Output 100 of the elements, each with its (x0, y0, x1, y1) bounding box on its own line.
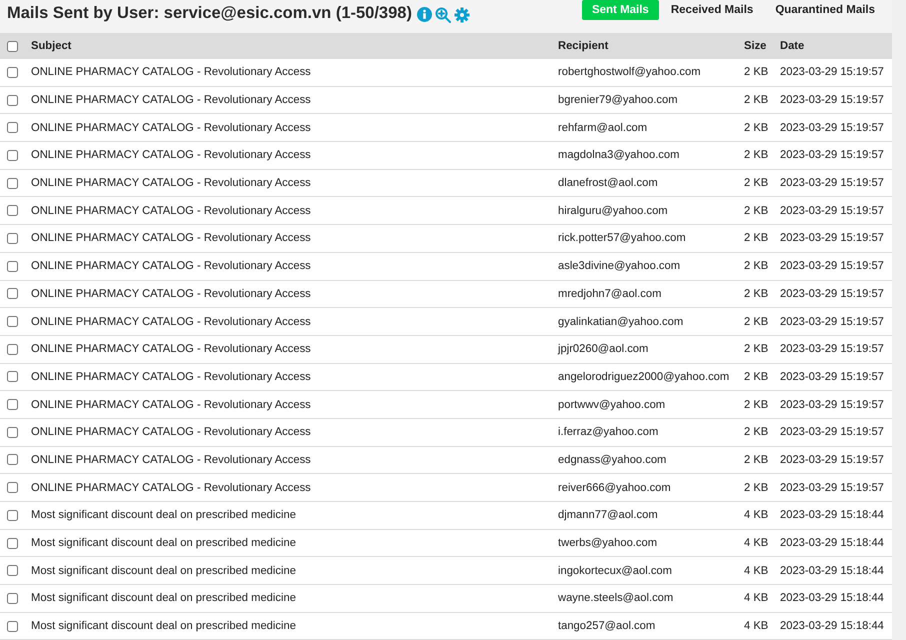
table-cell-text: 2023-03-29 15:19:57 (780, 482, 885, 494)
table-cell-text: 2023-03-29 15:19:57 (780, 66, 885, 78)
table-cell-text: ONLINE PHARMACY CATALOG - Revolutionary Access (31, 204, 312, 217)
row-checkbox[interactable] (7, 454, 18, 466)
table-cell-text: mredjohn7@aol.com (558, 288, 662, 300)
row-checkbox[interactable] (7, 538, 18, 549)
row-checkbox[interactable] (7, 232, 18, 244)
table-cell-text: 2 KB (744, 177, 770, 190)
table-cell-text: Most significant discount deal on prescribed medicine (31, 620, 297, 632)
table-cell-text: Most significant discount deal on prescribed medicine (31, 592, 297, 604)
table-cell-text: 2023-03-29 15:19:57 (780, 426, 885, 438)
table-cell-text: 4 KB (744, 564, 770, 577)
table-cell-text: bgrenier79@yahoo.com (558, 94, 679, 106)
table-cell-text: 4 KB (744, 592, 770, 604)
table-cell-text: 2 KB (744, 122, 770, 134)
table-cell-text: robertghostwolf@yahoo.com (558, 66, 702, 78)
table-cell-text: ONLINE PHARMACY CATALOG - Revolutionary Access (31, 260, 312, 272)
table-cell-text: 2023-03-29 15:19:57 (780, 454, 885, 466)
table-cell-text: jpjr0260@aol.com (558, 343, 650, 356)
table-cell-text: ONLINE PHARMACY CATALOG - Revolutionary Access (31, 94, 312, 106)
table-cell-text: 2 KB (744, 370, 770, 383)
row-checkbox[interactable] (7, 316, 18, 328)
table-cell-text: 2023-03-29 15:18:44 (780, 509, 885, 522)
row-checkbox[interactable] (7, 178, 18, 189)
row-checkbox[interactable] (7, 565, 18, 576)
row-checkbox[interactable] (7, 482, 18, 494)
table-cell-text: magdolna3@yahoo.com (558, 149, 680, 162)
table-cell-text: asle3divine@yahoo.com (558, 260, 682, 272)
table-cell-text: ingokortecux@aol.com (558, 564, 673, 577)
table-cell-text: wayne.steels@aol.com (558, 592, 674, 604)
table-cell-text: 2023-03-29 15:18:44 (780, 620, 885, 632)
table-cell-text: 2023-03-29 15:19:57 (780, 94, 885, 106)
table-cell-text: ONLINE PHARMACY CATALOG - Revolutionary Access (31, 482, 312, 494)
table-cell-text: 2 KB (744, 343, 770, 356)
table-cell-text: 2023-03-29 15:19:57 (780, 232, 885, 244)
table-cell-text: 4 KB (744, 509, 770, 522)
row-checkbox[interactable] (7, 94, 18, 106)
table-cell-text: dlanefrost@aol.com (558, 177, 659, 190)
row-checkbox[interactable] (7, 344, 18, 355)
row-checkbox[interactable] (7, 66, 18, 78)
row-checkbox[interactable] (7, 260, 18, 272)
table-cell-text: ONLINE PHARMACY CATALOG - Revolutionary Access (31, 343, 312, 356)
table-cell-text: 2 KB (744, 149, 770, 162)
table-cell-text: 2023-03-29 15:18:44 (780, 564, 885, 577)
tab[interactable]: Quarantined Mails (765, 0, 885, 20)
table-cell-text: djmann77@aol.com (558, 509, 659, 522)
select-all-checkbox[interactable] (7, 40, 18, 52)
column-header[interactable]: Date (780, 40, 892, 52)
settings-icon[interactable] (454, 6, 470, 22)
table-cell-text: 2023-03-29 15:19:57 (780, 288, 885, 300)
table-cell-text: 2023-03-29 15:19:57 (780, 370, 885, 383)
row-checkbox[interactable] (7, 426, 18, 438)
row-checkbox[interactable] (7, 510, 18, 521)
table-cell-text: ONLINE PHARMACY CATALOG - Revolutionary Access (31, 398, 312, 411)
column-header[interactable]: Recipient (558, 40, 744, 52)
table-cell-text: i.ferraz@yahoo.com (558, 426, 660, 438)
row-checkbox[interactable] (7, 399, 18, 410)
table-cell-text: 2023-03-29 15:18:44 (780, 592, 885, 604)
tab[interactable]: Received Mails (660, 0, 764, 20)
zoom-in-icon[interactable] (434, 6, 451, 22)
row-checkbox[interactable] (7, 205, 18, 216)
table-cell-text: 2 KB (744, 232, 770, 244)
table-cell-text: 2023-03-29 15:18:44 (780, 537, 885, 550)
row-checkbox[interactable] (7, 122, 18, 134)
table-cell-text: 2023-03-29 15:19:57 (780, 260, 885, 272)
column-header[interactable]: Subject (31, 40, 558, 52)
table-cell-text: gyalinkatian@yahoo.com (558, 316, 684, 328)
table-cell-text: Most significant discount deal on prescribed medicine (31, 509, 297, 522)
table-cell-text: 2023-03-29 15:19:57 (780, 122, 885, 134)
row-checkbox[interactable] (7, 592, 18, 604)
table-cell-text: ONLINE PHARMACY CATALOG - Revolutionary Access (31, 426, 312, 438)
table-cell-text: ONLINE PHARMACY CATALOG - Revolutionary Access (31, 149, 312, 162)
table-cell-text: 2 KB (744, 288, 770, 300)
table-cell-text: portwwv@yahoo.com (558, 398, 666, 411)
table-cell-text: 2 KB (744, 94, 770, 106)
table-cell-text: ONLINE PHARMACY CATALOG - Revolutionary Access (31, 66, 312, 78)
row-checkbox[interactable] (7, 288, 18, 300)
table-cell-text: Most significant discount deal on prescribed medicine (31, 564, 297, 577)
table-cell-text: ONLINE PHARMACY CATALOG - Revolutionary Access (31, 288, 312, 300)
row-checkbox[interactable] (7, 371, 18, 382)
table-cell-text: hiralguru@yahoo.com (558, 204, 669, 217)
table-cell-text: 2 KB (744, 482, 770, 494)
row-checkbox[interactable] (7, 620, 18, 632)
table-cell-text: 2 KB (744, 204, 770, 217)
table-cell-text: rehfarm@aol.com (558, 122, 648, 134)
table-cell-text: 2 KB (744, 316, 770, 328)
table-cell-text: 2023-03-29 15:19:57 (780, 149, 885, 162)
table-cell-text: 2023-03-29 15:19:57 (780, 204, 885, 217)
table-cell-text: twerbs@yahoo.com (558, 537, 658, 550)
table-cell-text: 2 KB (744, 454, 770, 466)
table-cell-text: 2 KB (744, 398, 770, 411)
table-cell-text: ONLINE PHARMACY CATALOG - Revolutionary Access (31, 370, 312, 383)
table-cell-text: 2 KB (744, 66, 770, 78)
table-cell-text: ONLINE PHARMACY CATALOG - Revolutionary Access (31, 177, 312, 190)
column-header[interactable]: Size (744, 40, 780, 52)
table-cell-text: reiver666@yahoo.com (558, 482, 672, 494)
info-icon[interactable] (416, 7, 432, 22)
table-cell-text: 2 KB (744, 426, 770, 438)
row-checkbox[interactable] (7, 150, 18, 161)
table-cell-text: ONLINE PHARMACY CATALOG - Revolutionary Access (31, 232, 312, 244)
